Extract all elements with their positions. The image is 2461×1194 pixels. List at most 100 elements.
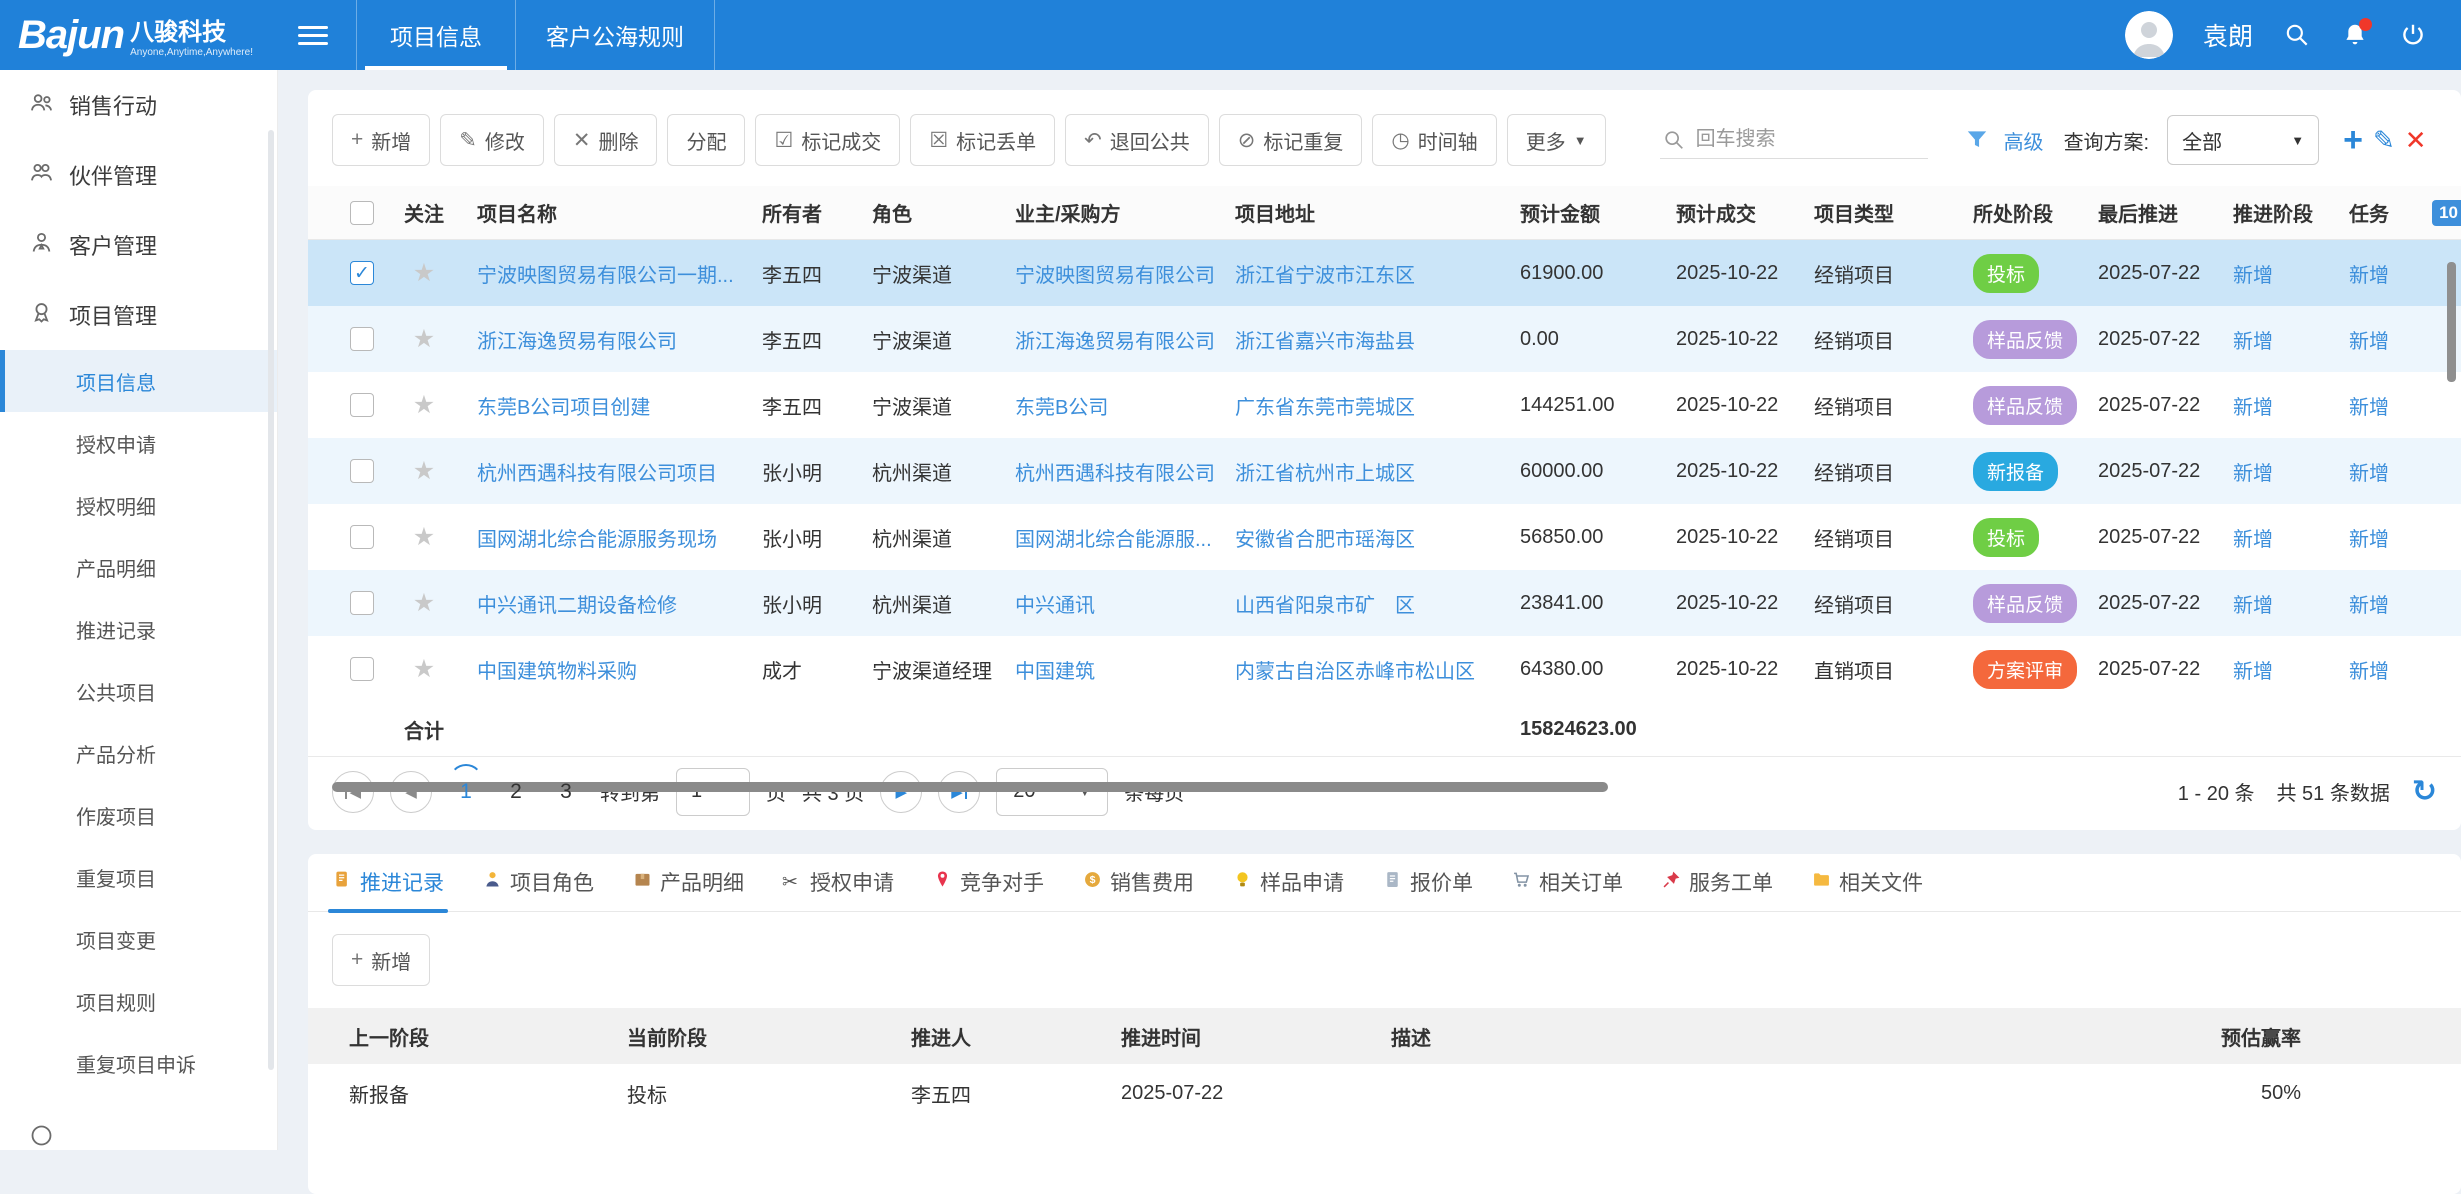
sidebar-subitem-12[interactable]: 重复项目申诉	[0, 1032, 277, 1094]
table-row[interactable]: ★浙江海逸贸易有限公司李五四宁波渠道浙江海逸贸易有限公司浙江省嘉兴市海盐县0.0…	[308, 306, 2461, 372]
sidebar-subitem-3[interactable]: 授权明细	[0, 474, 277, 536]
address-link[interactable]: 山西省阳泉市矿 区	[1235, 589, 1520, 618]
project-name-link[interactable]: 国网湖北综合能源服务现场	[456, 523, 762, 552]
task-link[interactable]: 新增	[2349, 457, 2442, 486]
project-name-link[interactable]: 宁波映图贸易有限公司一期...	[456, 259, 762, 288]
push-stage-link[interactable]: 新增	[2233, 391, 2349, 420]
address-link[interactable]: 浙江省宁波市江东区	[1235, 259, 1520, 288]
sidebar-subitem-2[interactable]: 授权申请	[0, 412, 277, 474]
task-link[interactable]: 新增	[2349, 325, 2442, 354]
sidebar-subitem-11[interactable]: 项目规则	[0, 970, 277, 1032]
detail-tab-11[interactable]: 相关文件	[1811, 867, 1923, 911]
top-tab-2[interactable]: 客户公海规则	[516, 0, 715, 70]
detail-tab-1[interactable]: 推进记录	[332, 867, 444, 911]
push-stage-link[interactable]: 新增	[2233, 325, 2349, 354]
select-all-checkbox[interactable]	[350, 201, 374, 225]
toolbar-button-7[interactable]: ↶退回公共	[1065, 114, 1209, 166]
detail-tab-6[interactable]: $销售费用	[1082, 867, 1194, 911]
address-link[interactable]: 浙江省嘉兴市海盐县	[1235, 325, 1520, 354]
sidebar-item-1[interactable]: 销售行动	[0, 70, 277, 140]
sidebar-item-4[interactable]: 项目管理	[0, 280, 277, 350]
project-name-link[interactable]: 东莞B公司项目创建	[456, 391, 762, 420]
delete-scheme-icon[interactable]: ✕	[2405, 125, 2427, 156]
row-checkbox[interactable]	[350, 525, 374, 549]
sidebar-subitem-7[interactable]: 产品分析	[0, 722, 277, 784]
row-checkbox[interactable]	[350, 327, 374, 351]
push-stage-link[interactable]: 新增	[2233, 655, 2349, 684]
project-name-link[interactable]: 中兴通讯二期设备检修	[456, 589, 762, 618]
favorite-star-icon[interactable]: ★	[392, 390, 456, 420]
task-link[interactable]: 新增	[2349, 259, 2442, 288]
detail-add-button[interactable]: +新增	[332, 934, 430, 986]
favorite-star-icon[interactable]: ★	[392, 588, 456, 618]
user-name[interactable]: 袁朗	[2203, 17, 2253, 53]
favorite-star-icon[interactable]: ★	[392, 522, 456, 552]
advanced-search-link[interactable]: 高级	[2004, 126, 2044, 155]
top-tab-1[interactable]: 项目信息	[356, 0, 516, 70]
table-row[interactable]: ★中兴通讯二期设备检修张小明杭州渠道中兴通讯山西省阳泉市矿 区23841.002…	[308, 570, 2461, 636]
detail-tab-3[interactable]: 产品明细	[632, 867, 744, 911]
add-scheme-icon[interactable]: +	[2343, 123, 2363, 157]
toolbar-button-5[interactable]: ☑标记成交	[755, 114, 900, 166]
toolbar-button-10[interactable]: 更多▼	[1507, 114, 1606, 166]
push-stage-link[interactable]: 新增	[2233, 259, 2349, 288]
power-icon[interactable]	[2399, 21, 2427, 49]
task-link[interactable]: 新增	[2349, 391, 2442, 420]
detail-tab-4[interactable]: ✂授权申请	[782, 867, 894, 911]
toolbar-button-1[interactable]: +新增	[332, 114, 430, 166]
push-stage-link[interactable]: 新增	[2233, 457, 2349, 486]
sidebar-item-3[interactable]: 客户管理	[0, 210, 277, 280]
sidebar-subitem-10[interactable]: 项目变更	[0, 908, 277, 970]
address-link[interactable]: 内蒙古自治区赤峰市松山区	[1235, 655, 1520, 684]
task-link[interactable]: 新增	[2349, 589, 2442, 618]
sidebar-subitem-4[interactable]: 产品明细	[0, 536, 277, 598]
detail-tab-9[interactable]: 相关订单	[1511, 867, 1623, 911]
table-row[interactable]: ✓★宁波映图贸易有限公司一期...李五四宁波渠道宁波映图贸易有限公司浙江省宁波市…	[308, 240, 2461, 306]
toolbar-button-4[interactable]: 分配	[667, 114, 745, 166]
favorite-star-icon[interactable]: ★	[392, 258, 456, 288]
task-link[interactable]: 新增	[2349, 523, 2442, 552]
toolbar-button-3[interactable]: ✕删除	[554, 114, 658, 166]
sidebar-item-partial[interactable]	[0, 1100, 277, 1170]
detail-tab-7[interactable]: 样品申请	[1232, 867, 1344, 911]
toolbar-button-6[interactable]: ☒标记丢单	[910, 114, 1055, 166]
notification-bell-icon[interactable]	[2341, 21, 2369, 49]
edit-scheme-icon[interactable]: ✎	[2373, 125, 2395, 156]
client-link[interactable]: 中国建筑	[1015, 655, 1235, 684]
avatar[interactable]	[2125, 11, 2173, 59]
search-icon[interactable]	[2283, 21, 2311, 49]
refresh-icon[interactable]: ↻	[2412, 777, 2437, 807]
sidebar-subitem-1[interactable]: 项目信息	[0, 350, 277, 412]
toolbar-button-9[interactable]: ◷时间轴	[1372, 114, 1496, 166]
client-link[interactable]: 杭州西遇科技有限公司	[1015, 457, 1235, 486]
table-row[interactable]: ★东莞B公司项目创建李五四宁波渠道东莞B公司广东省东莞市莞城区144251.00…	[308, 372, 2461, 438]
sidebar-scrollbar[interactable]	[268, 130, 274, 1070]
client-link[interactable]: 宁波映图贸易有限公司	[1015, 259, 1235, 288]
detail-tab-2[interactable]: 项目角色	[482, 867, 594, 911]
vertical-scrollbar[interactable]	[2447, 262, 2456, 382]
detail-tab-10[interactable]: 服务工单	[1661, 867, 1773, 911]
client-link[interactable]: 东莞B公司	[1015, 391, 1235, 420]
address-link[interactable]: 浙江省杭州市上城区	[1235, 457, 1520, 486]
sidebar-item-2[interactable]: 伙伴管理	[0, 140, 277, 210]
task-link[interactable]: 新增	[2349, 655, 2442, 684]
project-name-link[interactable]: 杭州西遇科技有限公司项目	[456, 457, 762, 486]
toolbar-button-2[interactable]: ✎修改	[440, 114, 544, 166]
project-name-link[interactable]: 浙江海逸贸易有限公司	[456, 325, 762, 354]
client-link[interactable]: 浙江海逸贸易有限公司	[1015, 325, 1235, 354]
row-checkbox[interactable]: ✓	[350, 261, 374, 285]
table-row[interactable]: ★国网湖北综合能源服务现场张小明杭州渠道国网湖北综合能源服...安徽省合肥市瑶海…	[308, 504, 2461, 570]
detail-tab-8[interactable]: 报价单	[1382, 867, 1473, 911]
sidebar-subitem-9[interactable]: 重复项目	[0, 846, 277, 908]
favorite-star-icon[interactable]: ★	[392, 654, 456, 684]
sidebar-subitem-8[interactable]: 作废项目	[0, 784, 277, 846]
search-input[interactable]	[1696, 128, 1906, 151]
detail-tab-5[interactable]: 竞争对手	[932, 867, 1044, 911]
push-stage-link[interactable]: 新增	[2233, 589, 2349, 618]
page-number-1[interactable]: 1	[448, 780, 484, 804]
favorite-star-icon[interactable]: ★	[392, 324, 456, 354]
push-stage-link[interactable]: 新增	[2233, 523, 2349, 552]
row-checkbox[interactable]	[350, 459, 374, 483]
page-number-3[interactable]: 3	[548, 780, 584, 804]
table-row[interactable]: ★杭州西遇科技有限公司项目张小明杭州渠道杭州西遇科技有限公司浙江省杭州市上城区6…	[308, 438, 2461, 504]
